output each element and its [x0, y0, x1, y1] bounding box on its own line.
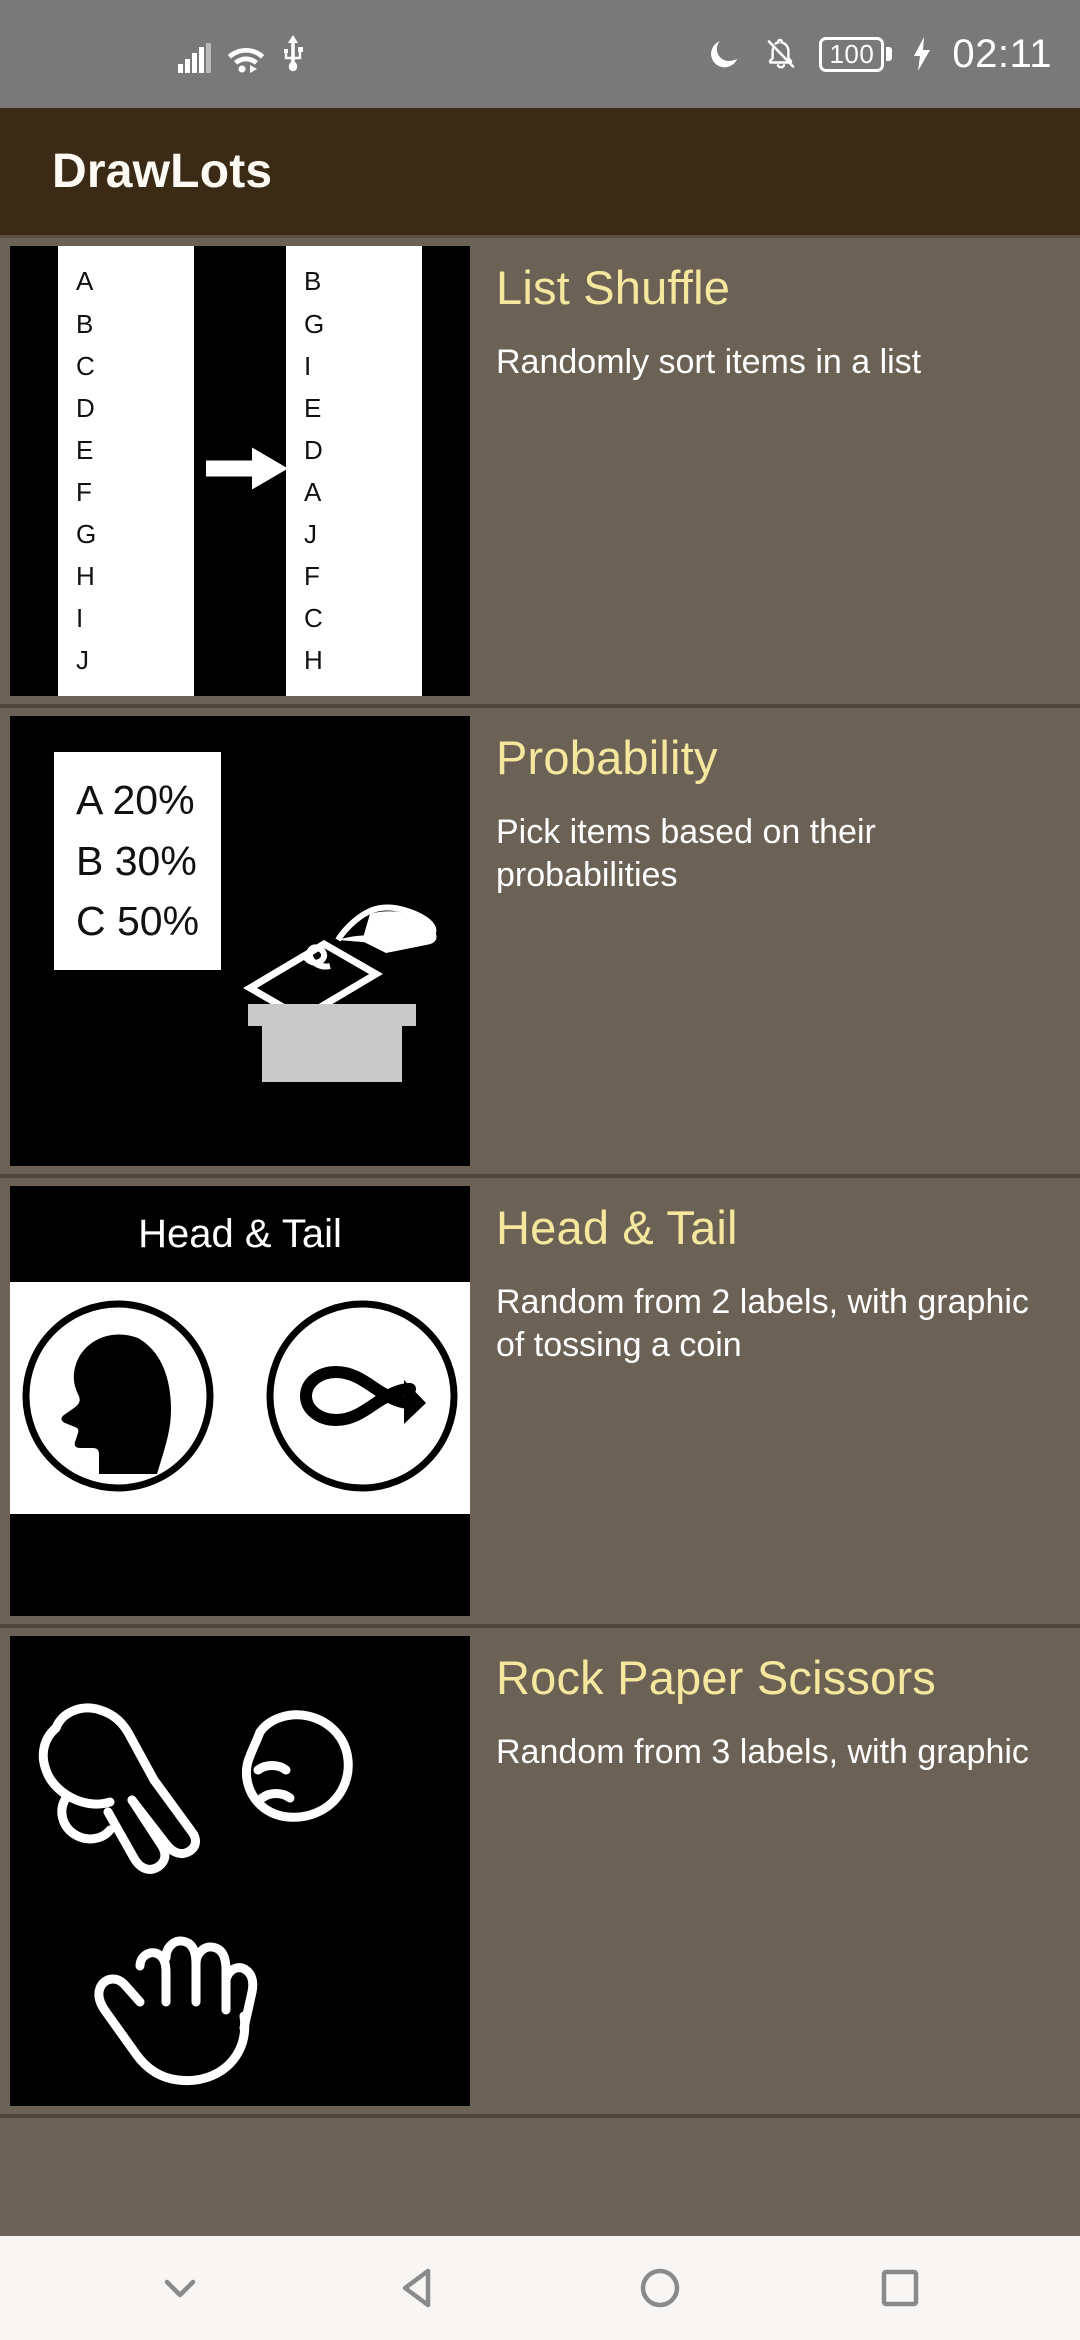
app-bar: DrawLots	[0, 108, 1080, 238]
source-list-item: I	[76, 603, 84, 634]
head-tail-caption: Head & Tail	[138, 1211, 342, 1256]
source-list-item: H	[76, 561, 95, 592]
rock-hand-icon	[242, 1710, 353, 1822]
page-title: DrawLots	[52, 145, 273, 198]
shuffled-list-item: I	[304, 350, 312, 381]
source-list-item: B	[76, 308, 94, 339]
mode-list: A B C D E F G H I J B G I E D A J F C H …	[0, 238, 1080, 2236]
wifi-icon	[226, 41, 266, 73]
shuffled-list-item: H	[304, 645, 323, 676]
shuffled-list-item: C	[304, 603, 323, 634]
tail-coin-icon	[262, 1296, 462, 1501]
status-bar-left-icons	[178, 35, 306, 73]
head-tail-footer	[10, 1514, 470, 1616]
status-bar-clock: 02:11	[952, 31, 1052, 76]
list-item-title: Rock Paper Scissors	[496, 1651, 936, 1704]
shuffled-list-item: A	[304, 477, 322, 507]
source-list-item: A	[76, 266, 94, 297]
list-item-text-block: Rock Paper Scissors Random from 3 labels…	[470, 1636, 1080, 1774]
list-item-title: List Shuffle	[496, 261, 731, 314]
moon-icon	[707, 36, 743, 72]
source-list-item: F	[76, 477, 92, 507]
list-item-head-and-tail[interactable]: Head & Tail Head & Tail Random from 2 la…	[0, 1178, 1080, 1628]
rock-paper-scissors-thumbnail	[10, 1636, 470, 2106]
signal-icon	[178, 43, 212, 73]
source-list-item: J	[76, 645, 89, 676]
list-item-text-block: List Shuffle Randomly sort items in a li…	[470, 246, 1080, 384]
list-item-title: Probability	[496, 731, 718, 784]
ballot-box-icon	[220, 896, 440, 1111]
source-list-item: E	[76, 434, 94, 465]
recents-icon[interactable]	[840, 2236, 960, 2340]
usb-icon	[280, 35, 306, 73]
app-root: 100 02:11 DrawLots A B C D E F G H I J B…	[0, 0, 1080, 2340]
coin-pair	[10, 1282, 470, 1514]
shuffled-list-item: F	[304, 561, 320, 592]
battery-icon: 100	[819, 36, 893, 72]
shuffled-list-card: B G I E D A J F C H	[286, 246, 422, 696]
bell-off-icon	[763, 36, 799, 72]
status-bar-right-icons: 100 02:11	[707, 32, 1052, 77]
back-icon[interactable]	[360, 2236, 480, 2340]
probability-thumbnail: A 20% B 30% C 50%	[10, 716, 470, 1166]
list-item-description: Pick items based on their probabilities	[496, 812, 876, 895]
shuffled-list-item: G	[304, 308, 325, 339]
list-item-list-shuffle[interactable]: A B C D E F G H I J B G I E D A J F C H …	[0, 238, 1080, 708]
shuffled-list-item: J	[304, 519, 317, 550]
battery-cap	[886, 47, 893, 61]
probability-entry: C 50%	[76, 898, 200, 945]
shuffled-list-item: D	[304, 434, 323, 465]
list-item-text-block: Head & Tail Random from 2 labels, with g…	[470, 1186, 1080, 1368]
battery-level-label: 100	[819, 36, 885, 72]
probability-card: A 20% B 30% C 50%	[54, 752, 222, 971]
source-list-card: A B C D E F G H I J	[58, 246, 194, 696]
list-item-title: Head & Tail	[496, 1201, 738, 1254]
list-item-description: Random from 3 labels, with graphic	[496, 1732, 1029, 1771]
charging-bolt-icon	[912, 37, 932, 71]
arrow-right-icon	[206, 442, 288, 501]
home-icon[interactable]	[600, 2236, 720, 2340]
list-item-description: Randomly sort items in a list	[496, 342, 922, 381]
hide-keyboard-icon[interactable]	[120, 2236, 240, 2340]
list-item-rock-paper-scissors[interactable]: Rock Paper Scissors Random from 3 labels…	[0, 1628, 1080, 2118]
shuffled-list-item: E	[304, 392, 322, 423]
paper-hand-icon	[94, 1936, 258, 2086]
shuffled-list-item: B	[304, 266, 322, 297]
status-bar: 100 02:11	[0, 0, 1080, 108]
list-item-description: Random from 2 labels, with graphic of to…	[496, 1282, 1029, 1365]
source-list-item: G	[76, 519, 97, 550]
probability-entry: B 30%	[76, 837, 197, 884]
list-item-probability[interactable]: A 20% B 30% C 50% Probability Pick items…	[0, 708, 1080, 1178]
source-list-item: C	[76, 350, 95, 381]
head-coin-icon	[18, 1296, 218, 1501]
scissors-hand-icon	[38, 1703, 200, 1874]
list-shuffle-thumbnail: A B C D E F G H I J B G I E D A J F C H	[10, 246, 470, 696]
source-list-item: D	[76, 392, 95, 423]
probability-entry: A 20%	[76, 777, 195, 823]
system-navigation-bar	[0, 2236, 1080, 2340]
list-item-text-block: Probability Pick items based on their pr…	[470, 716, 1080, 898]
head-tail-thumbnail: Head & Tail	[10, 1186, 470, 1616]
